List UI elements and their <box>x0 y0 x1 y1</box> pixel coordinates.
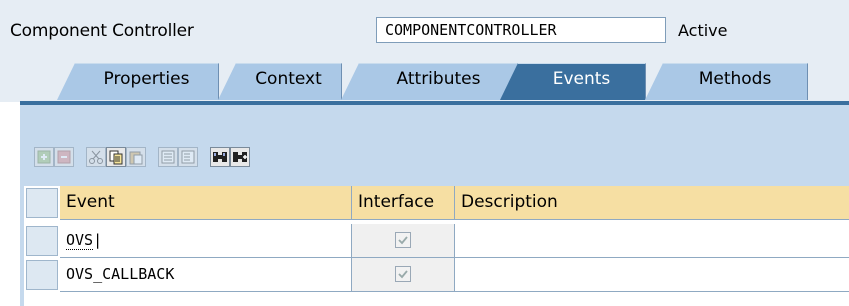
tab-edge <box>341 63 359 100</box>
row-selector[interactable] <box>26 226 58 256</box>
component-name-field[interactable]: COMPONENTCONTROLLER <box>376 17 666 43</box>
interface-checkbox[interactable] <box>395 266 411 282</box>
event-name-cell[interactable]: OVS_CALLBACK <box>60 258 352 292</box>
tab-edge <box>218 63 236 100</box>
component-label: Component Controller <box>10 21 194 41</box>
find-next-icon[interactable] <box>230 147 250 167</box>
delete-row-icon[interactable] <box>54 147 74 167</box>
description-cell[interactable] <box>455 258 849 292</box>
description-cell[interactable] <box>455 224 849 258</box>
details-icon[interactable] <box>158 147 178 167</box>
tab-edge <box>645 63 663 100</box>
header-bar: Component Controller COMPONENTCONTROLLER… <box>0 0 849 50</box>
tab-context[interactable]: Context <box>236 63 342 100</box>
interface-cell <box>352 224 455 258</box>
tab-attributes[interactable]: Attributes <box>359 63 519 100</box>
panel-divider <box>20 101 849 105</box>
tab-edge <box>57 63 75 100</box>
column-header-description[interactable]: Description <box>455 186 849 220</box>
event-name: OVS <box>66 231 94 250</box>
table-row: OVS_CALLBACK <box>24 258 849 292</box>
tab-edge <box>500 63 518 100</box>
events-table: Event Interface Description OVS| OVS_CAL… <box>24 186 849 306</box>
cut-icon[interactable] <box>86 147 106 167</box>
row-selector[interactable] <box>26 260 58 290</box>
copy-icon[interactable] <box>106 147 126 167</box>
paste-icon[interactable] <box>126 147 146 167</box>
tab-properties[interactable]: Properties <box>75 63 219 100</box>
column-header-interface[interactable]: Interface <box>352 186 455 220</box>
find-icon[interactable] <box>210 147 230 167</box>
interface-cell <box>352 258 455 292</box>
select-all-cell[interactable] <box>26 188 58 218</box>
table-row: OVS| <box>24 224 849 258</box>
insert-row-icon[interactable] <box>34 147 54 167</box>
status-text: Active <box>678 21 728 40</box>
interface-checkbox[interactable] <box>395 232 411 248</box>
details-2-icon[interactable] <box>178 147 198 167</box>
column-header-event[interactable]: Event <box>60 186 352 220</box>
table-header-row: Event Interface Description <box>24 186 849 220</box>
text-cursor: | <box>93 231 103 249</box>
tab-events[interactable]: Events <box>518 63 646 100</box>
tab-methods[interactable]: Methods <box>663 63 808 100</box>
event-name-cell[interactable]: OVS| <box>60 224 352 258</box>
